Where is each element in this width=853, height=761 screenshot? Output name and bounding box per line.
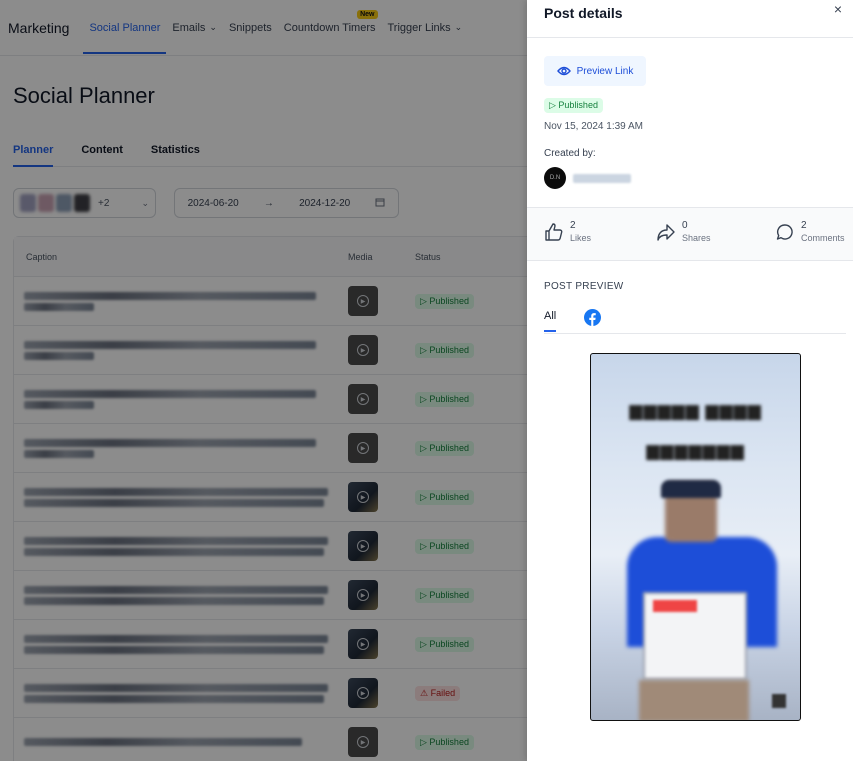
send-icon: ▷ (549, 100, 559, 110)
creator-name-redacted (573, 173, 631, 183)
avatar: D.N (544, 167, 566, 189)
status-badge: ▷ Published (544, 98, 603, 113)
share-icon (657, 224, 675, 241)
likes-count: 2 (570, 220, 576, 231)
preview-tabs: All (544, 306, 846, 334)
redacted-text: ▆▆▆▆▆ ▆▆▆▆ (629, 401, 762, 420)
tab-all[interactable]: All (544, 310, 557, 332)
video-control-icon (772, 694, 786, 708)
likes-label: Likes (570, 233, 592, 243)
engagement-stats: 2 Likes 0 Shares 2 Comments (527, 207, 853, 261)
image-region (639, 680, 749, 720)
image-region (653, 600, 697, 612)
modal-backdrop[interactable] (0, 0, 527, 761)
facebook-icon[interactable] (584, 309, 601, 326)
preview-link-button[interactable]: Preview Link (544, 56, 646, 86)
stat-likes: 2 Likes (544, 220, 591, 244)
thumbs-up-icon (545, 223, 563, 241)
status-badge-label: Published (558, 100, 598, 110)
comments-count: 2 (801, 220, 807, 231)
comment-icon (776, 224, 793, 240)
published-date: Nov 15, 2024 1:39 AM (544, 121, 643, 132)
created-by-label: Created by: (544, 148, 596, 159)
close-icon[interactable]: × (831, 2, 845, 16)
eye-icon (556, 66, 571, 76)
stat-shares: 0 Shares (656, 220, 711, 244)
redacted-text: ▆▆▆▆▆▆▆ (646, 441, 745, 460)
post-preview-media[interactable]: ▆▆▆▆▆ ▆▆▆▆ ▆▆▆▆▆▆▆ (590, 353, 801, 721)
preview-link-label: Preview Link (576, 65, 634, 77)
shares-count: 0 (682, 220, 688, 231)
drawer-title: Post details (544, 5, 623, 21)
image-region (661, 480, 721, 498)
creator: D.N (544, 167, 631, 189)
post-preview-title: POST PREVIEW (544, 281, 624, 292)
divider (527, 37, 853, 38)
comments-label: Comments (801, 233, 845, 243)
stat-comments: 2 Comments (775, 220, 845, 244)
shares-label: Shares (682, 233, 711, 243)
